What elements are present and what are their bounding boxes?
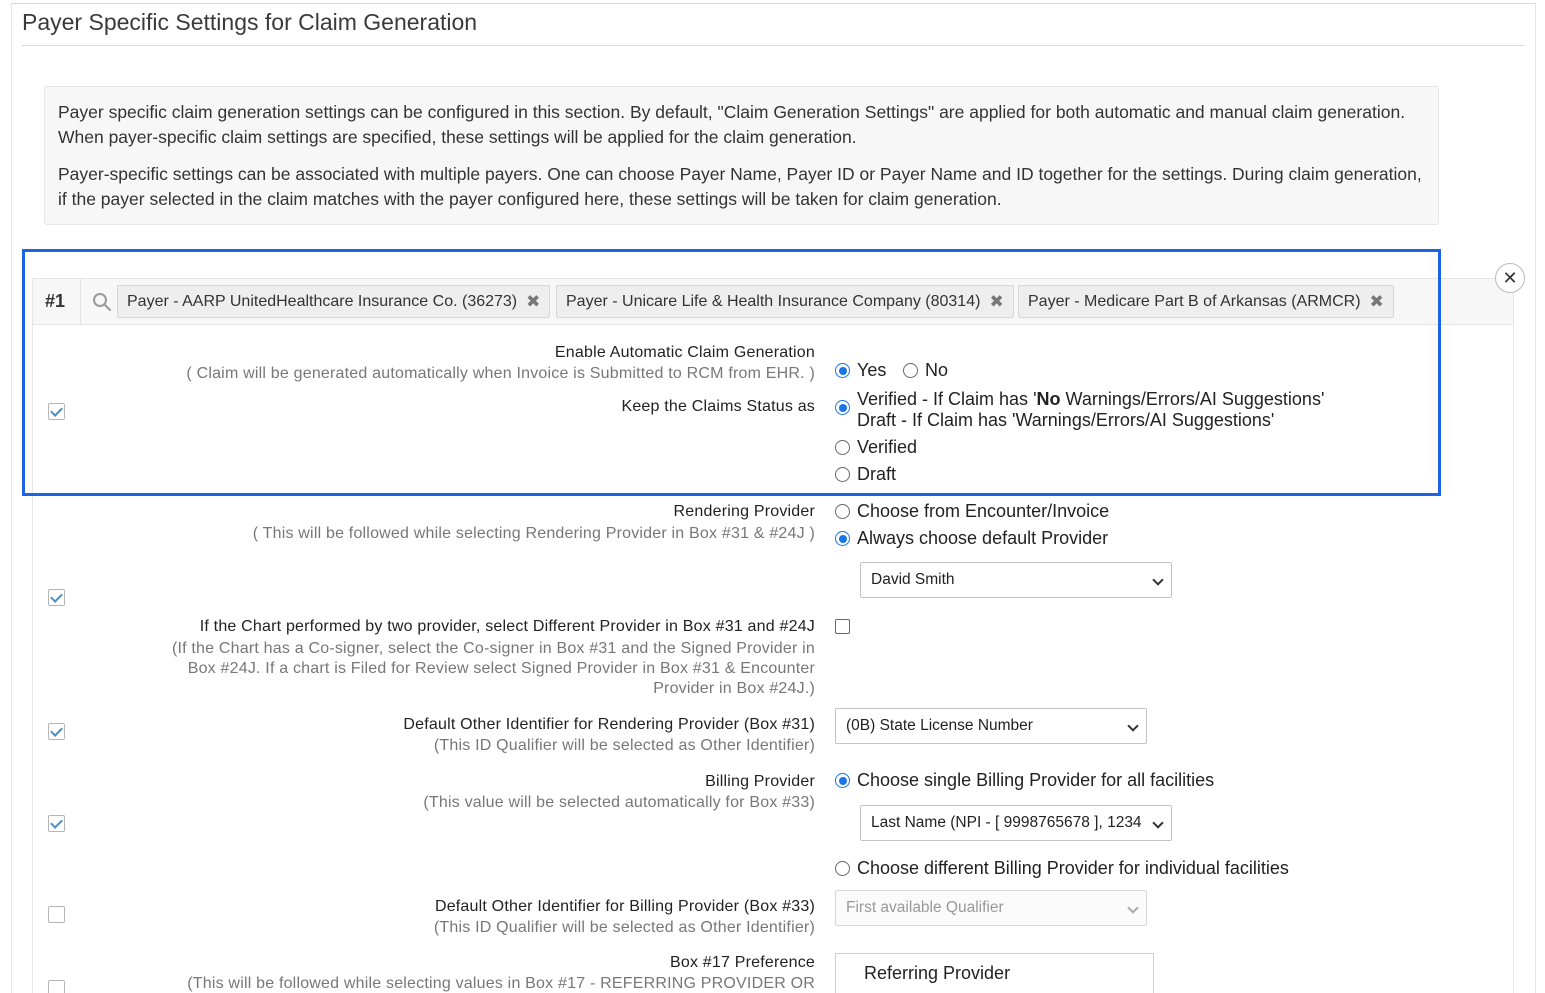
text-part: Verified - If Claim has ' [857,389,1037,409]
rendering-provider-sub: ( This will be followed while selecting … [252,525,815,542]
enable-row-checkbox[interactable] [48,403,65,420]
remove-chip-icon[interactable]: ✖ [1370,292,1384,312]
radio-dot [835,363,850,378]
radio-label: Always choose default Provider [857,528,1109,548]
two-provider-sub-2: Box #24J. If a chart is Filed for Review… [187,660,815,677]
payer-chip: Payer - Unicare Life & Health Insurance … [556,285,1014,318]
radio-label: Choose different Billing Provider for in… [857,858,1289,878]
two-provider-checkbox[interactable] [835,619,850,634]
claim-status-smart-radio[interactable] [835,400,857,415]
radio-dot [835,531,850,546]
other-id-billing-label: Default Other Identifier for Billing Pro… [434,898,815,915]
select-value: Last Name (NPI - [ 9998765678 ], 1234 [871,814,1142,831]
radio-label: Choose single Billing Provider for all f… [857,770,1215,790]
billing-individual-radio[interactable]: Choose different Billing Provider for in… [835,858,1289,879]
other-id-rendering-row-checkbox[interactable] [48,723,65,740]
claim-status-verified-radio[interactable]: Verified [835,437,917,458]
text-line: Draft - If Claim has 'Warnings/Errors/AI… [857,410,1275,430]
title-divider [22,45,1525,46]
claim-status-smart-label: Verified - If Claim has 'No Warnings/Err… [857,389,1324,431]
box17-option[interactable]: Referring Provider [864,963,1010,983]
close-icon: ✕ [1502,267,1518,288]
chevron-down-icon [1127,720,1139,732]
card-number: #1 [45,291,66,311]
info-box: Payer specific claim generation settings… [44,86,1439,225]
radio-label: Verified [857,437,918,457]
rendering-provider-label: Rendering Provider [673,503,815,520]
rendering-encounter-radio[interactable]: Choose from Encounter/Invoice [835,501,1109,522]
payer-chip: Payer - Medicare Part B of Arkansas (ARM… [1018,285,1394,318]
two-provider-label: If the Chart performed by two provider, … [199,618,815,635]
radio-dot [835,467,850,482]
two-provider-sub-3: Provider in Box #24J.) [653,680,815,697]
payer-chip-label: Payer - Medicare Part B of Arkansas (ARM… [1028,292,1361,310]
payer-chip-label: Payer - AARP UnitedHealthcare Insurance … [127,292,518,310]
radio-label: Choose from Encounter/Invoice [857,501,1110,521]
text-part: Warnings/Errors/AI Suggestions' [1060,389,1325,409]
chevron-down-icon [1152,574,1164,586]
radio-dot [903,363,918,378]
info-paragraph-1: Payer specific claim generation settings… [58,102,1406,147]
select-value: David Smith [871,571,955,588]
billing-provider-sub: (This value will be selected automatical… [423,794,815,811]
radio-dot [835,773,850,788]
auto-claim-no-radio[interactable]: No [903,360,948,381]
select-value: (0B) State License Number [846,717,1033,734]
other-id-billing-select[interactable]: First available Qualifier [835,890,1147,926]
auto-claim-yes-radio[interactable]: Yes [835,360,886,381]
other-id-rendering-sub: (This ID Qualifier will be selected as O… [433,737,815,754]
claim-status-label: Keep the Claims Status as [621,398,815,415]
header-divider [80,279,81,325]
rendering-default-radio[interactable]: Always choose default Provider [835,528,1108,549]
page-title: Payer Specific Settings for Claim Genera… [22,9,478,35]
box17-sub: (This will be followed while selecting v… [187,975,815,992]
radio-dot [835,861,850,876]
radio-dot [835,504,850,519]
payer-selector-bar: #1 Payer - AARP UnitedHealthcare Insuran… [33,279,1513,325]
billing-provider-label: Billing Provider [705,773,815,790]
billing-row-checkbox[interactable] [48,815,65,832]
billing-provider-select[interactable]: Last Name (NPI - [ 9998765678 ], 1234 [860,805,1172,841]
remove-chip-icon[interactable]: ✖ [526,292,540,312]
remove-chip-icon[interactable]: ✖ [989,292,1003,312]
radio-label: Yes [857,360,887,380]
radio-dot [835,440,850,455]
select-value: First available Qualifier [846,899,1004,916]
radio-label: No [925,360,949,380]
box17-label: Box #17 Preference [669,954,815,971]
payer-chip-label: Payer - Unicare Life & Health Insurance … [566,292,981,310]
other-id-billing-row-checkbox[interactable] [48,906,65,923]
close-card-button[interactable]: ✕ [1495,263,1525,293]
radio-dot [835,400,850,415]
search-icon[interactable] [92,292,112,312]
billing-single-radio[interactable]: Choose single Billing Provider for all f… [835,770,1214,791]
chevron-down-icon [1152,817,1164,829]
payer-chip: Payer - AARP UnitedHealthcare Insurance … [117,285,551,318]
two-provider-sub-1: (If the Chart has a Co-signer, select th… [171,640,815,657]
radio-label: Draft [857,464,897,484]
box17-row-checkbox[interactable] [48,980,65,993]
rendering-row-checkbox[interactable] [48,589,65,606]
auto-claim-label: Enable Automatic Claim Generation [554,344,815,361]
info-paragraph-2: Payer-specific settings can be associate… [58,164,1422,209]
other-id-rendering-label: Default Other Identifier for Rendering P… [403,716,815,733]
claim-status-draft-radio[interactable]: Draft [835,464,896,485]
chevron-down-icon [1127,902,1139,914]
rendering-provider-select[interactable]: David Smith [860,562,1172,598]
text-bold: No [1036,389,1061,409]
box17-preference-list[interactable]: Referring Provider [835,953,1154,993]
other-id-billing-sub: (This ID Qualifier will be selected as O… [433,919,815,936]
other-id-rendering-select[interactable]: (0B) State License Number [835,708,1147,744]
auto-claim-sub: ( Claim will be generated automatically … [186,365,815,382]
